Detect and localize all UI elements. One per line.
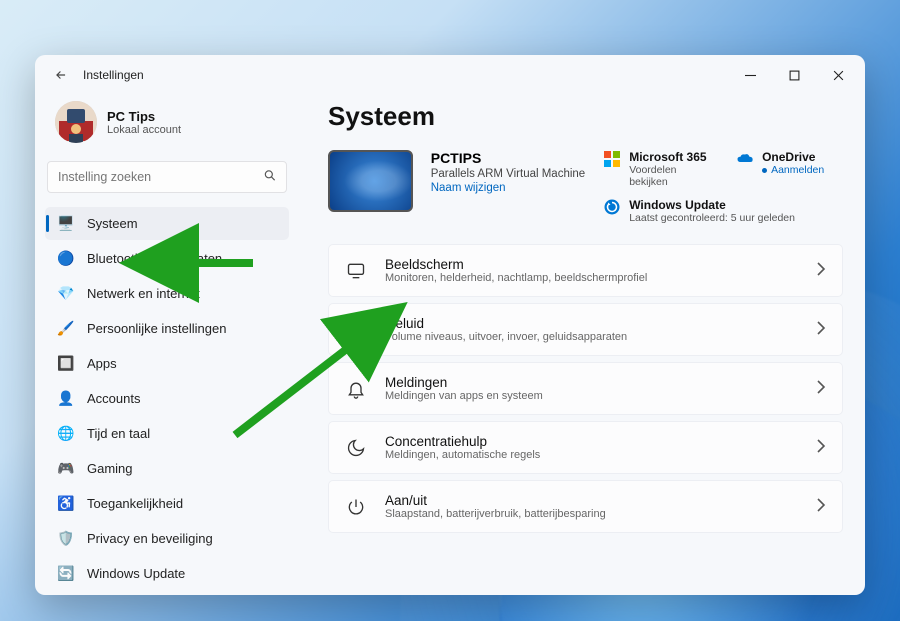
profile-account-type: Lokaal account bbox=[107, 124, 181, 136]
main-content: Systeem PCTIPS Parallels ARM Virtual Mac… bbox=[300, 95, 865, 595]
setting-card-aan-uit[interactable]: Aan/uitSlaapstand, batterijverbruik, bat… bbox=[328, 480, 843, 533]
titlebar: Instellingen bbox=[35, 55, 865, 95]
pc-name: PCTIPS bbox=[431, 150, 585, 166]
wu-sub: Laatst gecontroleerd: 5 uur geleden bbox=[629, 212, 795, 224]
sidebar-item-toegankelijkheid[interactable]: ♿ Toegankelijkheid bbox=[45, 487, 289, 520]
setting-card-geluid[interactable]: GeluidVolume niveaus, uitvoer, invoer, g… bbox=[328, 303, 843, 356]
minimize-button[interactable] bbox=[743, 68, 757, 82]
chevron-right-icon bbox=[816, 498, 826, 515]
accounts-icon: 👤 bbox=[57, 390, 75, 407]
display-icon: 🖥️ bbox=[57, 215, 75, 232]
m365-title: Microsoft 365 bbox=[629, 150, 710, 164]
sidebar-item-label: Windows Update bbox=[87, 566, 185, 581]
sidebar-item-label: Toegankelijkheid bbox=[87, 496, 183, 511]
system-summary: PCTIPS Parallels ARM Virtual Machine Naa… bbox=[328, 150, 843, 224]
card-title: Beeldscherm bbox=[385, 257, 647, 272]
sidebar-item-persoonlijke-instellingen[interactable]: 🖌️ Persoonlijke instellingen bbox=[45, 312, 289, 345]
sidebar-item-systeem[interactable]: 🖥️ Systeem bbox=[45, 207, 289, 240]
sidebar-item-label: Apps bbox=[87, 356, 117, 371]
chevron-right-icon bbox=[816, 380, 826, 397]
power-icon bbox=[345, 497, 367, 517]
monitor-icon bbox=[345, 261, 367, 281]
bluetooth-icon: 🔵 bbox=[57, 250, 75, 267]
sidebar-item-label: Gaming bbox=[87, 461, 133, 476]
sidebar-item-privacy-en-beveiliging[interactable]: 🛡️ Privacy en beveiliging bbox=[45, 522, 289, 555]
network-icon: 💎 bbox=[57, 285, 75, 302]
avatar bbox=[55, 101, 97, 143]
pc-model: Parallels ARM Virtual Machine bbox=[431, 168, 585, 180]
onedrive-title: OneDrive bbox=[762, 150, 824, 164]
sidebar-item-gaming[interactable]: 🎮 Gaming bbox=[45, 452, 289, 485]
onedrive-sub[interactable]: Aanmelden bbox=[762, 164, 824, 176]
card-desc: Monitoren, helderheid, nachtlamp, beelds… bbox=[385, 272, 647, 284]
maximize-button[interactable] bbox=[787, 68, 801, 82]
page-heading: Systeem bbox=[328, 101, 843, 132]
onedrive-tile[interactable]: OneDrive Aanmelden bbox=[736, 150, 843, 188]
rename-link[interactable]: Naam wijzigen bbox=[431, 182, 585, 194]
onedrive-icon bbox=[736, 150, 754, 168]
microsoft365-tile[interactable]: Microsoft 365 Voordelen bekijken bbox=[603, 150, 710, 188]
personalize-icon: 🖌️ bbox=[57, 320, 75, 337]
sidebar-item-apps[interactable]: 🔲 Apps bbox=[45, 347, 289, 380]
time-icon: 🌐 bbox=[57, 425, 75, 442]
search-input[interactable] bbox=[47, 161, 287, 193]
card-desc: Slaapstand, batterijverbruik, batterijbe… bbox=[385, 508, 606, 520]
sidebar-item-bluetooth-en-apparaten[interactable]: 🔵 Bluetooth en apparaten bbox=[45, 242, 289, 275]
card-desc: Meldingen, automatische regels bbox=[385, 449, 540, 461]
close-button[interactable] bbox=[831, 68, 845, 82]
microsoft-logo-icon bbox=[603, 150, 621, 168]
settings-window: Instellingen PC Tips Lokaal account bbox=[35, 55, 865, 595]
sidebar-item-label: Bluetooth en apparaten bbox=[87, 251, 222, 266]
search-icon bbox=[263, 169, 277, 186]
focus-icon bbox=[345, 438, 367, 458]
sidebar-item-windows-update[interactable]: 🔄 Windows Update bbox=[45, 557, 289, 590]
sound-icon bbox=[345, 320, 367, 340]
search-box[interactable] bbox=[47, 161, 287, 193]
card-title: Geluid bbox=[385, 316, 627, 331]
gaming-icon: 🎮 bbox=[57, 460, 75, 477]
update-status-icon bbox=[603, 198, 621, 216]
sidebar-item-tijd-en-taal[interactable]: 🌐 Tijd en taal bbox=[45, 417, 289, 450]
card-desc: Volume niveaus, uitvoer, invoer, geluids… bbox=[385, 331, 627, 343]
sidebar-item-label: Tijd en taal bbox=[87, 426, 150, 441]
profile-block[interactable]: PC Tips Lokaal account bbox=[45, 95, 289, 157]
update-icon: 🔄 bbox=[57, 565, 75, 582]
card-desc: Meldingen van apps en systeem bbox=[385, 390, 543, 402]
profile-name: PC Tips bbox=[107, 109, 181, 124]
sidebar-item-label: Accounts bbox=[87, 391, 140, 406]
sidebar-item-label: Privacy en beveiliging bbox=[87, 531, 213, 546]
windows-update-tile[interactable]: Windows Update Laatst gecontroleerd: 5 u… bbox=[603, 198, 843, 224]
card-title: Aan/uit bbox=[385, 493, 606, 508]
sidebar-item-netwerk-en-internet[interactable]: 💎 Netwerk en internet bbox=[45, 277, 289, 310]
card-title: Meldingen bbox=[385, 375, 543, 390]
setting-card-concentratiehulp[interactable]: ConcentratiehulpMeldingen, automatische … bbox=[328, 421, 843, 474]
setting-card-beeldscherm[interactable]: BeeldschermMonitoren, helderheid, nachtl… bbox=[328, 244, 843, 297]
m365-sub: Voordelen bekijken bbox=[629, 164, 710, 188]
accessibility-icon: ♿ bbox=[57, 495, 75, 512]
sidebar-item-accounts[interactable]: 👤 Accounts bbox=[45, 382, 289, 415]
wu-title: Windows Update bbox=[629, 198, 795, 212]
apps-icon: 🔲 bbox=[57, 355, 75, 372]
notifications-icon bbox=[345, 379, 367, 399]
sidebar-item-label: Systeem bbox=[87, 216, 138, 231]
setting-card-meldingen[interactable]: MeldingenMeldingen van apps en systeem bbox=[328, 362, 843, 415]
window-title: Instellingen bbox=[83, 68, 144, 82]
sidebar-item-label: Persoonlijke instellingen bbox=[87, 321, 226, 336]
sidebar: PC Tips Lokaal account 🖥️ Systeem 🔵 Bluetoo… bbox=[35, 95, 300, 595]
back-button[interactable] bbox=[47, 61, 75, 89]
chevron-right-icon bbox=[816, 321, 826, 338]
card-title: Concentratiehulp bbox=[385, 434, 540, 449]
sidebar-item-label: Netwerk en internet bbox=[87, 286, 200, 301]
desktop-thumbnail[interactable] bbox=[328, 150, 413, 212]
privacy-icon: 🛡️ bbox=[57, 530, 75, 547]
chevron-right-icon bbox=[816, 262, 826, 279]
chevron-right-icon bbox=[816, 439, 826, 456]
